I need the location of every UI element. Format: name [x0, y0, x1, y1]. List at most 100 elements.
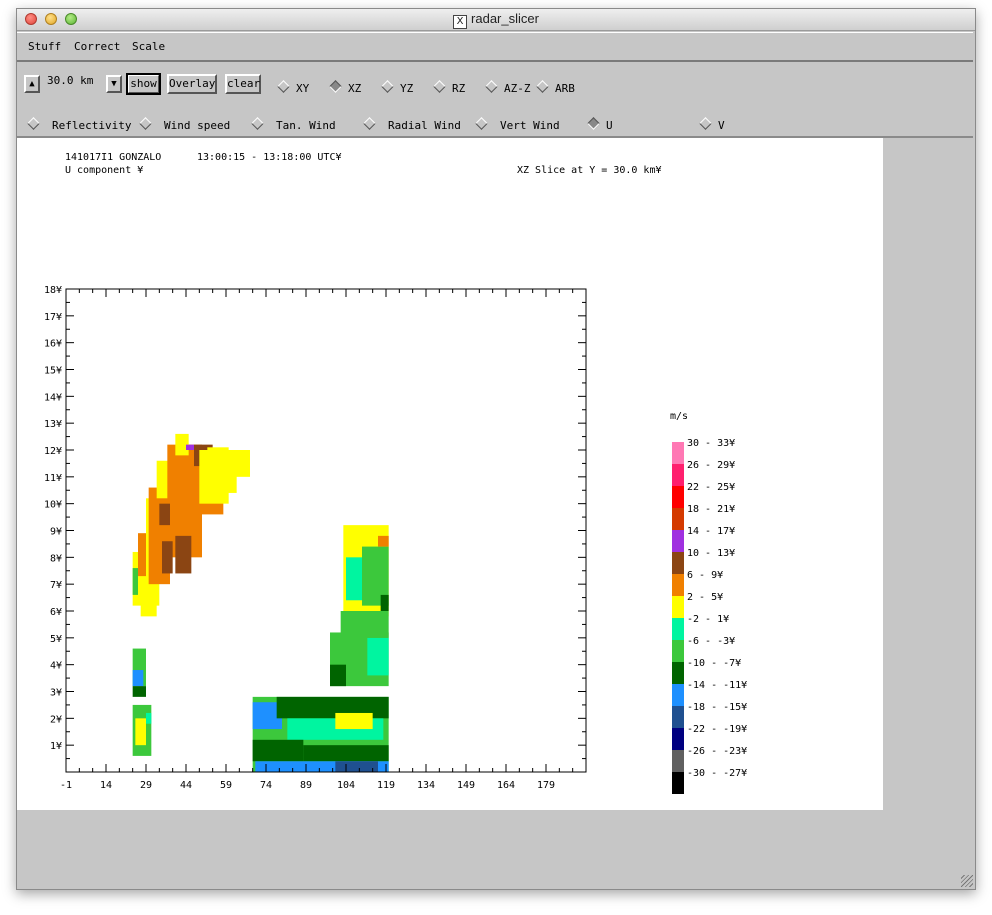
legend-label: -26 - -23¥	[687, 746, 747, 757]
legend-label: 6 - 9¥	[687, 570, 723, 581]
data-cell	[226, 450, 250, 477]
data-cell	[159, 503, 170, 526]
field-option-tan-wind[interactable]: Tan. Wind	[251, 117, 336, 132]
field-option-v[interactable]: V	[699, 117, 725, 132]
plot-canvas: 141017I1 GONZALO 13:00:15 - 13:18:00 UTC…	[17, 138, 883, 810]
resize-grip-icon[interactable]	[961, 875, 973, 887]
data-cell	[335, 712, 373, 730]
legend-swatch	[672, 464, 684, 486]
data-cell	[146, 712, 152, 724]
legend-swatch	[672, 662, 684, 684]
data-cell	[132, 670, 144, 687]
y-tick-label: 8¥	[50, 553, 62, 564]
y-tick-label: 10¥	[44, 500, 62, 511]
y-tick-label: 9¥	[50, 527, 62, 538]
y-tick-label: 4¥	[50, 661, 62, 672]
radio-diamond-icon	[433, 80, 446, 93]
data-cell	[330, 664, 346, 687]
radio-diamond-selected-icon	[587, 117, 600, 130]
menu-scale[interactable]: Scale	[132, 40, 165, 53]
data-cell	[378, 535, 389, 547]
radio-diamond-icon	[381, 80, 394, 93]
data-cell	[132, 686, 146, 697]
legend-label: -14 - -11¥	[687, 680, 747, 691]
y-tick-label: 17¥	[44, 312, 62, 323]
legend-swatch	[672, 728, 684, 750]
y-tick-label: 11¥	[44, 473, 62, 484]
radio-diamond-icon	[363, 117, 376, 130]
legend-swatch	[672, 530, 684, 552]
legend-swatch	[672, 574, 684, 596]
y-tick-label: 12¥	[44, 446, 62, 457]
x-tick-label: 119	[377, 780, 395, 791]
data-cell	[132, 568, 138, 595]
radar-slicer-window: Xradar_slicer Stuff Correct Scale ▲ 30.0…	[16, 8, 976, 890]
data-cell	[252, 739, 304, 762]
y-tick-label: 16¥	[44, 339, 62, 350]
legend-label: -18 - -15¥	[687, 702, 747, 713]
data-cell	[138, 533, 146, 577]
legend-swatch	[672, 772, 684, 794]
toolbar: ▲ 30.0 km ▼ show Overlay clear XY XZ YZ …	[17, 62, 973, 138]
clear-button[interactable]: clear	[225, 74, 261, 94]
legend-swatch	[672, 486, 684, 508]
x-tick-label: 59	[220, 780, 232, 791]
radio-diamond-selected-icon	[329, 80, 342, 93]
y-tick-label: 7¥	[50, 580, 62, 591]
slice-option-xy[interactable]: XY	[277, 80, 309, 95]
menu-stuff[interactable]: Stuff	[28, 40, 61, 53]
field-option-vert-wind[interactable]: Vert Wind	[475, 117, 560, 132]
legend-label: -6 - -3¥	[687, 636, 735, 647]
legend-swatch	[672, 684, 684, 706]
legend-label: 14 - 17¥	[687, 526, 735, 537]
legend-swatch	[672, 596, 684, 618]
legend-label: -22 - -19¥	[687, 724, 747, 735]
x-tick-label: 74	[260, 780, 272, 791]
x-tick-label: 29	[140, 780, 152, 791]
data-cell	[162, 541, 173, 574]
level-up-button[interactable]: ▲	[24, 75, 40, 93]
x-tick-label: 179	[537, 780, 555, 791]
legend-label: 30 - 33¥	[687, 438, 735, 449]
legend-label: 26 - 29¥	[687, 460, 735, 471]
x-tick-label: 104	[337, 780, 355, 791]
y-tick-label: 2¥	[50, 714, 62, 725]
radio-diamond-icon	[27, 117, 40, 130]
overlay-button[interactable]: Overlay	[167, 74, 217, 94]
slice-option-yz[interactable]: YZ	[381, 80, 413, 95]
x-tick-label: 149	[457, 780, 475, 791]
radio-diamond-icon	[251, 117, 264, 130]
data-cell	[340, 611, 389, 638]
radio-diamond-icon	[485, 80, 498, 93]
slice-option-rz[interactable]: RZ	[433, 80, 465, 95]
title-bar: Xradar_slicer	[17, 9, 975, 31]
data-cell	[380, 594, 389, 611]
field-option-wind-speed[interactable]: Wind speed	[139, 117, 230, 132]
y-tick-label: 1¥	[50, 741, 62, 752]
x11-icon: X	[453, 15, 468, 29]
slice-option-arb[interactable]: ARB	[536, 80, 575, 95]
data-cell	[303, 745, 389, 762]
radio-diamond-icon	[139, 117, 152, 130]
y-tick-label: 13¥	[44, 419, 62, 430]
slice-option-xz[interactable]: XZ	[329, 80, 361, 95]
legend-swatch	[672, 750, 684, 772]
legend-swatch	[672, 442, 684, 464]
legend-label: -30 - -27¥	[687, 768, 747, 779]
field-option-u[interactable]: U	[587, 117, 613, 132]
field-option-radial-wind[interactable]: Radial Wind	[363, 117, 461, 132]
slice-option-az-z[interactable]: AZ-Z	[485, 80, 531, 95]
legend-label: 10 - 13¥	[687, 548, 735, 559]
menu-correct[interactable]: Correct	[74, 40, 120, 53]
level-down-button[interactable]: ▼	[106, 75, 122, 93]
x-tick-label: 44	[180, 780, 192, 791]
y-tick-label: 15¥	[44, 366, 62, 377]
show-button[interactable]: show	[126, 73, 161, 95]
legend-swatch	[672, 706, 684, 728]
legend-label: 18 - 21¥	[687, 504, 735, 515]
y-tick-label: 3¥	[50, 688, 62, 699]
field-option-reflectivity[interactable]: Reflectivity	[27, 117, 131, 132]
y-tick-label: 6¥	[50, 607, 62, 618]
x-tick-label: 14	[100, 780, 112, 791]
radio-diamond-icon	[277, 80, 290, 93]
